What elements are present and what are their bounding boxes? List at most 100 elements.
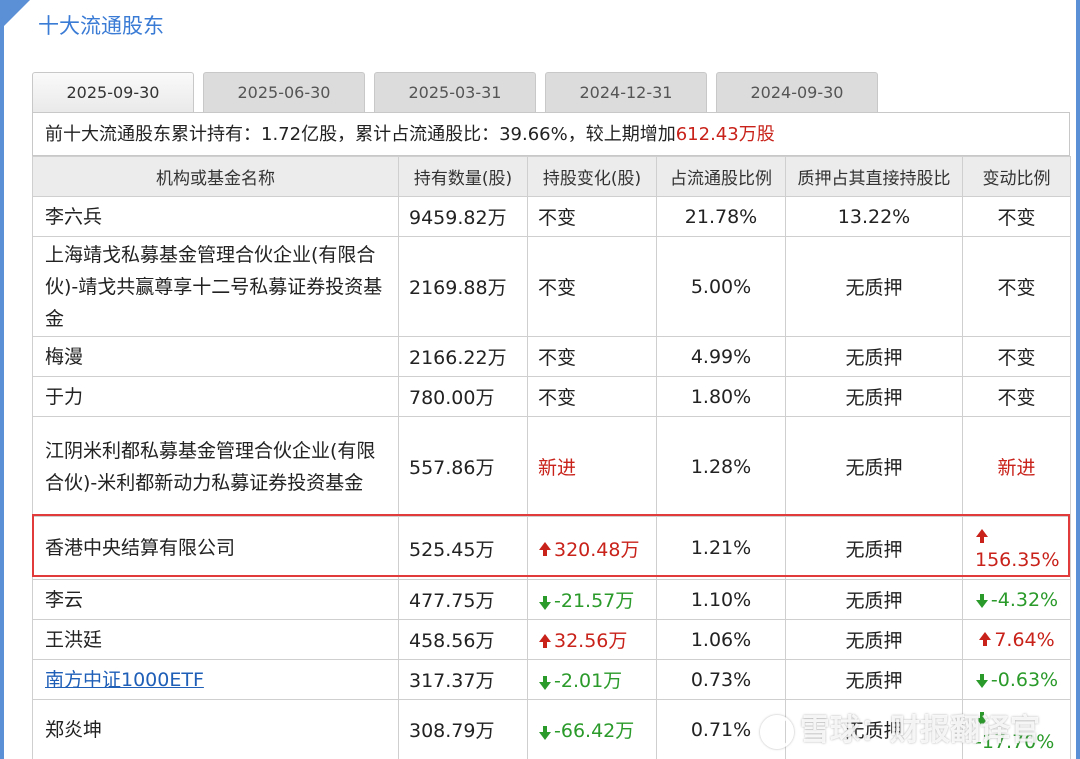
table-row: 梅漫 2166.22万 不变 4.99% 无质押 不变 [32, 336, 1071, 377]
tab-2024-12-31[interactable]: 2024-12-31 [545, 72, 707, 112]
watermark-text: 雪球：财报翻译官 [800, 713, 1040, 748]
holder-name: 李云 [32, 579, 399, 620]
holder-change: 不变 [527, 376, 657, 417]
holder-pct: 不变 [962, 236, 1071, 337]
table-row: 南方中证1000ETF 317.37万 -2.01万 0.73% 无质押 -0.… [32, 659, 1071, 700]
holder-pledge: 无质押 [785, 579, 963, 620]
arrow-down-icon [538, 724, 552, 740]
summary-ratio: 39.66% [499, 124, 568, 145]
holders-table: 机构或基金名称 持有数量(股) 持股变化(股) 占流通股比例 质押占其直接持股比… [32, 156, 1071, 759]
holder-ratio: 1.10% [656, 579, 786, 620]
holder-pct: 不变 [962, 196, 1071, 237]
holder-change: 新进 [527, 416, 657, 517]
holder-qty: 557.86万 [398, 416, 528, 517]
holder-change: 不变 [527, 236, 657, 337]
arrow-up-icon [975, 528, 989, 545]
holder-change-cell: -21.57万 [527, 579, 657, 620]
holder-change: 不变 [527, 196, 657, 237]
holder-pledge: 无质押 [785, 416, 963, 517]
holder-change: 320.48万 [554, 538, 640, 561]
holder-qty: 477.75万 [398, 579, 528, 620]
holder-name: 江阴米利都私募基金管理合伙企业(有限合伙)-米利都新动力私募证券投资基金 [32, 416, 399, 517]
date-tabs: 2025-09-30 2025-06-30 2025-03-31 2024-12… [32, 72, 1072, 113]
table-header-row: 机构或基金名称 持有数量(股) 持股变化(股) 占流通股比例 质押占其直接持股比… [32, 156, 1071, 197]
summary-bar: 前十大流通股东累计持有：1.72亿股，累计占流通股比：39.66%，较上期增加6… [32, 112, 1070, 156]
tab-2025-09-30[interactable]: 2025-09-30 [32, 72, 194, 113]
arrow-down-icon [538, 594, 552, 610]
holder-name: 于力 [32, 376, 399, 417]
fund-link[interactable]: 南方中证1000ETF [45, 669, 204, 691]
holder-pledge: 无质押 [785, 659, 963, 700]
col-header-qty: 持有数量(股) [398, 156, 528, 197]
summary-sep2: ，较上期增加 [567, 124, 676, 145]
holder-qty: 458.56万 [398, 619, 528, 660]
holder-pct-cell: 7.64% [962, 619, 1071, 660]
holder-change: -2.01万 [554, 670, 623, 692]
arrow-up-icon [538, 542, 552, 558]
watermark: 雪球：财报翻译官 [760, 705, 1040, 749]
table-row-highlighted: 香港中央结算有限公司 525.45万 320.48万 1.21% 无质押 156… [32, 516, 1071, 580]
holder-name: 郑炎坤 [32, 699, 399, 759]
holder-pledge: 13.22% [785, 196, 963, 237]
col-header-change: 持股变化(股) [527, 156, 657, 197]
holder-qty: 2169.88万 [398, 236, 528, 337]
holder-pct-cell: -4.32% [962, 579, 1071, 620]
holder-ratio: 1.28% [656, 416, 786, 517]
table-row: 王洪廷 458.56万 32.56万 1.06% 无质押 7.64% [32, 619, 1071, 660]
holder-pct: 不变 [962, 376, 1071, 417]
col-header-name: 机构或基金名称 [32, 156, 399, 197]
arrow-down-icon [975, 592, 989, 608]
holder-pledge: 无质押 [785, 236, 963, 337]
holder-pledge: 无质押 [785, 516, 963, 580]
holder-ratio: 1.80% [656, 376, 786, 417]
holder-name: 梅漫 [32, 336, 399, 377]
holder-ratio: 21.78% [656, 196, 786, 237]
tab-2025-03-31[interactable]: 2025-03-31 [374, 72, 536, 112]
holder-change-cell: 32.56万 [527, 619, 657, 660]
holder-pledge: 无质押 [785, 619, 963, 660]
col-header-pct: 变动比例 [962, 156, 1071, 197]
holder-qty: 308.79万 [398, 699, 528, 759]
section-title: 十大流通股东 [38, 14, 164, 38]
snowball-logo-icon [760, 714, 794, 749]
holder-qty: 780.00万 [398, 376, 528, 417]
table-row: 李六兵 9459.82万 不变 21.78% 13.22% 不变 [32, 196, 1071, 237]
holder-qty: 525.45万 [398, 516, 528, 580]
holder-name: 香港中央结算有限公司 [32, 516, 399, 580]
holder-name: 王洪廷 [32, 619, 399, 660]
holder-ratio: 5.00% [656, 236, 786, 337]
summary-holding: 1.72亿股 [261, 124, 338, 145]
holder-ratio: 1.21% [656, 516, 786, 580]
holder-pledge: 无质押 [785, 376, 963, 417]
holder-pct-cell: 156.35% [962, 516, 1071, 580]
corner-decoration [0, 0, 30, 30]
arrow-up-icon [538, 633, 552, 650]
holder-pct: 7.64% [994, 628, 1055, 651]
holder-qty: 9459.82万 [398, 196, 528, 237]
summary-increase: 612.43万股 [675, 124, 775, 145]
holder-name-cell: 南方中证1000ETF [32, 659, 399, 700]
section-header: 十大流通股东 [0, 0, 1080, 50]
table-row: 上海靖戈私募基金管理合伙企业(有限合伙)-靖戈共赢尊享十二号私募证券投资基金 2… [32, 236, 1071, 337]
holder-name: 上海靖戈私募基金管理合伙企业(有限合伙)-靖戈共赢尊享十二号私募证券投资基金 [32, 236, 399, 337]
tab-2025-06-30[interactable]: 2025-06-30 [203, 72, 365, 112]
holder-qty: 2166.22万 [398, 336, 528, 377]
summary-prefix: 前十大流通股东累计持有： [45, 124, 261, 145]
holder-change: 不变 [527, 336, 657, 377]
holder-ratio: 4.99% [656, 336, 786, 377]
holder-pct: -4.32% [990, 588, 1059, 611]
arrow-down-icon [538, 674, 552, 690]
table-row: 李云 477.75万 -21.57万 1.10% 无质押 -4.32% [32, 579, 1071, 620]
holder-change-cell: 320.48万 [527, 516, 657, 580]
holder-ratio: 0.73% [656, 659, 786, 700]
arrow-down-icon [975, 672, 989, 688]
col-header-ratio: 占流通股比例 [656, 156, 786, 197]
holder-pledge: 无质押 [785, 336, 963, 377]
holder-change-cell: -66.42万 [527, 699, 657, 759]
col-header-pledge: 质押占其直接持股比 [785, 156, 963, 197]
holder-change-cell: -2.01万 [527, 659, 657, 700]
holder-change: -66.42万 [554, 720, 635, 742]
summary-sep1: ，累计占流通股比： [337, 124, 500, 145]
holder-pct: 新进 [962, 416, 1071, 517]
tab-2024-09-30[interactable]: 2024-09-30 [716, 72, 878, 112]
